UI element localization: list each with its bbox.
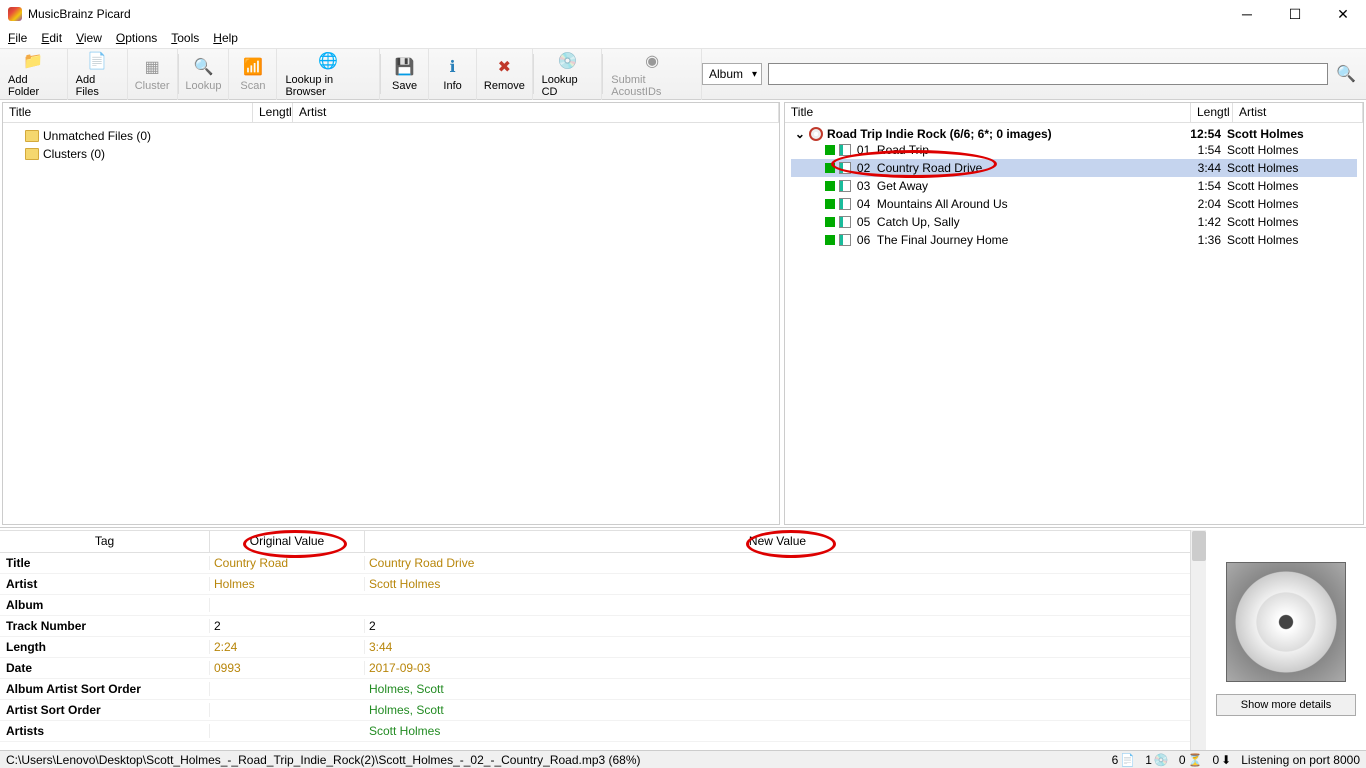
- menu-tools[interactable]: Tools: [171, 31, 199, 45]
- status-count-4: 0 ⬇: [1212, 753, 1231, 767]
- remove-icon: ✖: [493, 56, 515, 78]
- tag-row[interactable]: Album Artist Sort Order Holmes, Scott: [0, 679, 1190, 700]
- cluster-button[interactable]: ▦ Cluster: [128, 48, 178, 100]
- cd-icon: 💿: [556, 50, 578, 72]
- status-path: C:\Users\Lenovo\Desktop\Scott_Holmes_-_R…: [6, 753, 641, 767]
- match-indicator-icon: [825, 199, 835, 209]
- tag-row[interactable]: Album: [0, 595, 1190, 616]
- clusters-item[interactable]: Clusters (0): [9, 145, 773, 163]
- tag-row[interactable]: Length 2:24 3:44: [0, 637, 1190, 658]
- submit-acoustids-button[interactable]: ◉ Submit AcoustIDs: [603, 48, 702, 100]
- tag-row[interactable]: Artists Scott Holmes: [0, 721, 1190, 742]
- add-folder-button[interactable]: 📁 Add Folder: [0, 48, 68, 100]
- tag-pane: Tag Original Value New Value Title Count…: [0, 530, 1190, 750]
- save-icon: 💾: [394, 56, 416, 78]
- scan-icon: 📶: [242, 56, 264, 78]
- search-button[interactable]: 🔍: [1334, 62, 1358, 86]
- col-artist[interactable]: Artist: [1233, 103, 1363, 122]
- track-row[interactable]: 01 Road Trip 1:54 Scott Holmes: [791, 141, 1357, 159]
- left-pane: Title Lengtl Artist Unmatched Files (0) …: [2, 102, 780, 525]
- cd-icon: [809, 127, 823, 141]
- close-button[interactable]: ✕: [1328, 6, 1358, 23]
- col-title[interactable]: Title: [3, 103, 253, 122]
- titlebar: MusicBrainz Picard ─ ☐ ✕: [0, 0, 1366, 28]
- col-length[interactable]: Lengtl: [1191, 103, 1233, 122]
- add-files-button[interactable]: 📄 Add Files: [68, 48, 128, 100]
- chevron-down-icon[interactable]: ⌄: [795, 127, 805, 141]
- tag-row[interactable]: Title Country Road Country Road Drive: [0, 553, 1190, 574]
- file-plus-icon: 📄: [86, 50, 108, 72]
- cover-art-pane: Show more details: [1206, 530, 1366, 750]
- maximize-button[interactable]: ☐: [1280, 6, 1310, 23]
- match-indicator-icon: [825, 163, 835, 173]
- save-button[interactable]: 💾 Save: [381, 48, 429, 100]
- menu-edit[interactable]: Edit: [41, 31, 62, 45]
- menu-file[interactable]: File: [8, 31, 27, 45]
- menu-view[interactable]: View: [76, 31, 102, 45]
- scan-button[interactable]: 📶 Scan: [229, 48, 277, 100]
- search-input[interactable]: [768, 63, 1328, 85]
- music-file-icon: [839, 180, 851, 192]
- music-file-icon: [839, 144, 851, 156]
- show-more-details-button[interactable]: Show more details: [1216, 694, 1356, 716]
- tag-header-tag[interactable]: Tag: [0, 531, 210, 552]
- tag-row[interactable]: Track Number 2 2: [0, 616, 1190, 637]
- globe-icon: 🌐: [317, 50, 339, 72]
- minimize-button[interactable]: ─: [1232, 6, 1262, 23]
- fingerprint-icon: ◉: [641, 50, 663, 72]
- lookup-icon: 🔍: [192, 56, 214, 78]
- track-row[interactable]: 02 Country Road Drive 3:44 Scott Holmes: [791, 159, 1357, 177]
- tag-header-orig[interactable]: Original Value: [210, 531, 365, 552]
- status-count-2: 1 💿: [1145, 753, 1169, 767]
- music-file-icon: [839, 234, 851, 246]
- status-count-3: 0 ⏳: [1179, 753, 1203, 767]
- album-art: [1226, 562, 1346, 682]
- statusbar: C:\Users\Lenovo\Desktop\Scott_Holmes_-_R…: [0, 750, 1366, 768]
- unmatched-files-item[interactable]: Unmatched Files (0): [9, 127, 773, 145]
- cluster-icon: ▦: [141, 56, 163, 78]
- tag-header-new[interactable]: New Value: [365, 531, 1190, 552]
- folder-plus-icon: 📁: [22, 50, 44, 72]
- match-indicator-icon: [825, 235, 835, 245]
- music-file-icon: [839, 216, 851, 228]
- tag-row[interactable]: Date 0993 2017-09-03: [0, 658, 1190, 679]
- col-title[interactable]: Title: [785, 103, 1191, 122]
- folder-icon: [25, 148, 39, 160]
- track-row[interactable]: 06 The Final Journey Home 1:36 Scott Hol…: [791, 231, 1357, 249]
- track-row[interactable]: 03 Get Away 1:54 Scott Holmes: [791, 177, 1357, 195]
- right-pane: Title Lengtl Artist ⌄ Road Trip Indie Ro…: [784, 102, 1364, 525]
- match-indicator-icon: [825, 181, 835, 191]
- menu-help[interactable]: Help: [213, 31, 238, 45]
- tag-row[interactable]: Artist Sort Order Holmes, Scott: [0, 700, 1190, 721]
- info-icon: ℹ: [442, 56, 464, 78]
- track-row[interactable]: 04 Mountains All Around Us 2:04 Scott Ho…: [791, 195, 1357, 213]
- col-artist[interactable]: Artist: [293, 103, 779, 122]
- menubar: File Edit View Options Tools Help: [0, 28, 1366, 48]
- lookup-cd-button[interactable]: 💿 Lookup CD: [534, 48, 603, 100]
- search-type-dropdown[interactable]: Album: [702, 63, 762, 85]
- music-file-icon: [839, 162, 851, 174]
- toolbar: 📁 Add Folder 📄 Add Files ▦ Cluster 🔍 Loo…: [0, 48, 1366, 100]
- music-file-icon: [839, 198, 851, 210]
- track-row[interactable]: 05 Catch Up, Sally 1:42 Scott Holmes: [791, 213, 1357, 231]
- remove-button[interactable]: ✖ Remove: [477, 48, 533, 100]
- folder-icon: [25, 130, 39, 142]
- app-icon: [8, 7, 22, 21]
- menu-options[interactable]: Options: [116, 31, 157, 45]
- lookup-browser-button[interactable]: 🌐 Lookup in Browser: [277, 48, 380, 100]
- match-indicator-icon: [825, 217, 835, 227]
- album-row[interactable]: ⌄ Road Trip Indie Rock (6/6; 6*; 0 image…: [791, 127, 1357, 141]
- tag-row[interactable]: Artist Holmes Scott Holmes: [0, 574, 1190, 595]
- col-length[interactable]: Lengtl: [253, 103, 293, 122]
- status-count-1: 6 📄: [1112, 753, 1136, 767]
- info-button[interactable]: ℹ Info: [429, 48, 477, 100]
- lookup-button[interactable]: 🔍 Lookup: [178, 48, 229, 100]
- scrollbar[interactable]: [1190, 530, 1206, 750]
- match-indicator-icon: [825, 145, 835, 155]
- app-title: MusicBrainz Picard: [28, 7, 131, 21]
- status-listening: Listening on port 8000: [1241, 753, 1360, 767]
